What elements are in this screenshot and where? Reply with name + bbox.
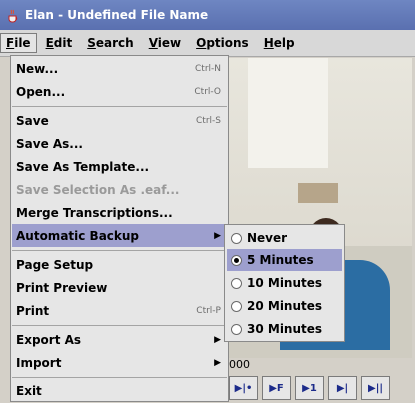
video-background-wall bbox=[248, 58, 328, 168]
menu-file[interactable]: File bbox=[0, 33, 37, 53]
menu-options[interactable]: Options bbox=[190, 33, 255, 53]
menu-view[interactable]: View bbox=[143, 33, 187, 53]
next-frame-button[interactable]: ▶F bbox=[262, 376, 291, 400]
menu-item-automatic-backup[interactable]: Automatic Backup ▶ bbox=[12, 224, 227, 247]
submenu-arrow-icon: ▶ bbox=[214, 334, 221, 345]
menu-item-print[interactable]: Print Ctrl-P bbox=[12, 299, 227, 322]
menu-item-open[interactable]: Open... Ctrl-O bbox=[12, 80, 227, 103]
radio-button-icon bbox=[231, 300, 242, 312]
menu-separator bbox=[12, 377, 227, 378]
window-title: Elan - Undefined File Name bbox=[25, 8, 209, 22]
backup-option-10-minutes[interactable]: 10 Minutes bbox=[227, 272, 342, 294]
backup-option-30-minutes[interactable]: 30 Minutes bbox=[227, 318, 342, 340]
automatic-backup-submenu: Never 5 Minutes 10 Minutes 20 Minutes 30… bbox=[224, 224, 345, 342]
menu-separator bbox=[12, 250, 227, 251]
menu-separator bbox=[12, 325, 227, 326]
file-menu: New... Ctrl-N Open... Ctrl-O Save Ctrl-S… bbox=[10, 55, 229, 402]
video-object bbox=[298, 183, 338, 203]
play-selection-button[interactable]: ▶|• bbox=[229, 376, 258, 400]
menu-item-exit[interactable]: Exit bbox=[12, 379, 227, 402]
menu-item-save-as-template[interactable]: Save As Template... bbox=[12, 155, 227, 178]
player-controls: ▶|• ▶F ▶1 ▶| ▶|| bbox=[229, 376, 390, 400]
backup-option-never[interactable]: Never bbox=[227, 227, 342, 249]
menu-bar: File Edit Search View Options Help bbox=[0, 30, 415, 57]
menu-item-save-as[interactable]: Save As... bbox=[12, 132, 227, 155]
menu-separator bbox=[12, 106, 227, 107]
media-time-fragment: 000 bbox=[229, 358, 250, 371]
menu-item-new[interactable]: New... Ctrl-N bbox=[12, 57, 227, 80]
menu-item-save[interactable]: Save Ctrl-S bbox=[12, 109, 227, 132]
menu-search[interactable]: Search bbox=[81, 33, 139, 53]
submenu-arrow-icon: ▶ bbox=[214, 230, 221, 241]
backup-option-5-minutes[interactable]: 5 Minutes bbox=[227, 249, 342, 271]
next-second-button[interactable]: ▶1 bbox=[295, 376, 324, 400]
menu-item-print-preview[interactable]: Print Preview bbox=[12, 276, 227, 299]
menu-item-save-selection: Save Selection As .eaf... bbox=[16, 182, 180, 197]
radio-button-icon bbox=[231, 232, 242, 244]
radio-button-selected-icon bbox=[231, 254, 242, 266]
submenu-arrow-icon: ▶ bbox=[214, 357, 221, 368]
play-pause-button[interactable]: ▶|| bbox=[361, 376, 390, 400]
backup-option-20-minutes[interactable]: 20 Minutes bbox=[227, 295, 342, 317]
next-step-button[interactable]: ▶| bbox=[328, 376, 357, 400]
menu-edit[interactable]: Edit bbox=[40, 33, 79, 53]
menu-item-export-as[interactable]: Export As ▶ bbox=[12, 328, 227, 351]
radio-button-icon bbox=[231, 323, 242, 335]
title-bar: Elan - Undefined File Name bbox=[0, 0, 415, 30]
menu-item-merge-transcriptions[interactable]: Merge Transcriptions... bbox=[12, 201, 227, 224]
menu-item-import[interactable]: Import ▶ bbox=[12, 351, 227, 374]
menu-help[interactable]: Help bbox=[258, 33, 301, 53]
java-cup-icon bbox=[8, 9, 18, 23]
radio-button-icon bbox=[231, 277, 242, 289]
menu-item-page-setup[interactable]: Page Setup bbox=[12, 253, 227, 276]
